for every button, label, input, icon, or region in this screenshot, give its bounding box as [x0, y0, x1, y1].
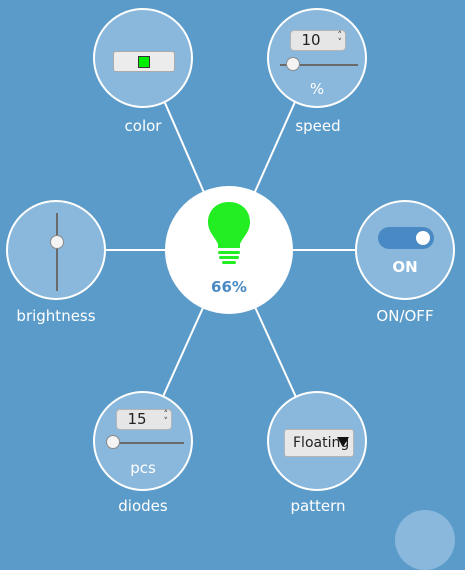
- lightbulb-icon: [208, 202, 250, 264]
- onoff-node: ON: [355, 200, 455, 300]
- brightness-percent: 66%: [211, 278, 247, 296]
- power-state-text: ON: [392, 258, 418, 276]
- speed-spinbox[interactable]: 10 ˄ ˅: [290, 30, 346, 51]
- speed-node: 10 ˄ ˅ %: [267, 8, 367, 108]
- spin-arrows-icon[interactable]: ˄ ˅: [338, 32, 343, 48]
- pattern-select[interactable]: Floating: [284, 429, 354, 457]
- color-picker-button[interactable]: [113, 51, 175, 72]
- speed-unit: %: [309, 80, 325, 98]
- toggle-knob: [416, 231, 430, 245]
- diodes-label: diodes: [118, 497, 168, 515]
- diodes-unit: pcs: [130, 459, 156, 477]
- diodes-value: 15: [127, 410, 147, 428]
- speed-value: 10: [301, 31, 321, 49]
- dropdown-arrow-icon: [337, 437, 349, 447]
- speed-slider-handle[interactable]: [286, 57, 300, 71]
- diodes-node: 15 ˄ ˅ pcs: [93, 391, 193, 491]
- brightness-slider-handle[interactable]: [50, 235, 64, 249]
- color-node[interactable]: [93, 8, 193, 108]
- diodes-spinbox[interactable]: 15 ˄ ˅: [116, 409, 172, 430]
- brightness-node: [6, 200, 106, 300]
- color-label: color: [124, 117, 162, 135]
- onoff-label: ON/OFF: [376, 307, 434, 325]
- color-swatch: [138, 56, 150, 68]
- speed-label: speed: [295, 117, 341, 135]
- brightness-label: brightness: [16, 307, 96, 325]
- pattern-node: Floating: [267, 391, 367, 491]
- center-bulb-hub[interactable]: 66%: [165, 186, 293, 314]
- brightness-slider-track[interactable]: [56, 213, 58, 291]
- spin-arrows-icon[interactable]: ˄ ˅: [164, 411, 169, 427]
- pattern-label: pattern: [290, 497, 346, 515]
- corner-circle-fragment: [395, 510, 455, 570]
- power-toggle[interactable]: [378, 227, 434, 249]
- diodes-slider-handle[interactable]: [106, 435, 120, 449]
